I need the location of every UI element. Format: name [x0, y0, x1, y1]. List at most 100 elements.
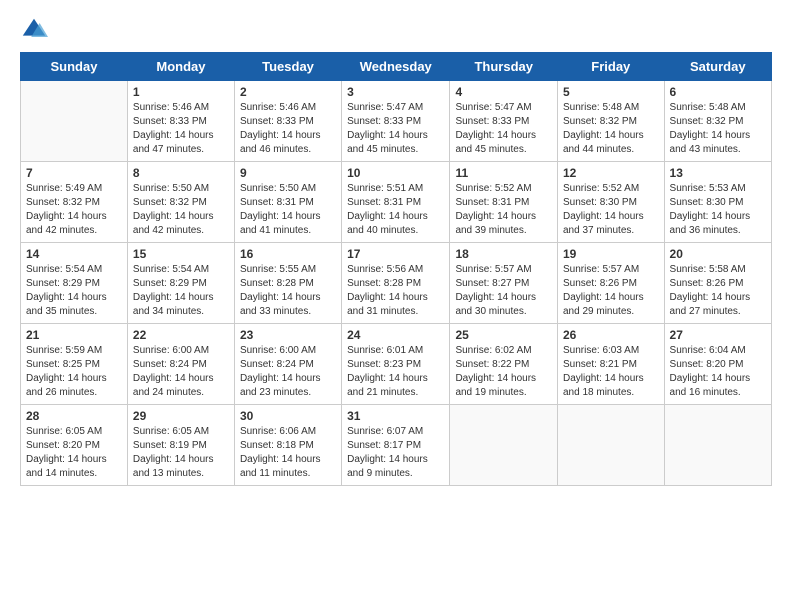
day-number: 31 [347, 409, 444, 423]
day-number: 29 [133, 409, 229, 423]
calendar-cell: 11 Sunrise: 5:52 AM Sunset: 8:31 PM Dayli… [450, 162, 558, 243]
day-info: Sunrise: 5:47 AM Sunset: 8:33 PM Dayligh… [455, 101, 552, 157]
day-number: 2 [240, 85, 336, 99]
calendar-week-row: 7 Sunrise: 5:49 AM Sunset: 8:32 PM Daylig… [21, 162, 772, 243]
day-info: Sunrise: 5:57 AM Sunset: 8:26 PM Dayligh… [563, 263, 659, 319]
day-info: Sunrise: 5:55 AM Sunset: 8:28 PM Dayligh… [240, 263, 336, 319]
calendar-cell: 29 Sunrise: 6:05 AM Sunset: 8:19 PM Dayli… [127, 405, 234, 486]
day-number: 19 [563, 247, 659, 261]
day-number: 16 [240, 247, 336, 261]
calendar-cell: 23Sunrise: 6:00 AM Sunset: 8:24 PM Dayli… [234, 324, 341, 405]
calendar-header-saturday: Saturday [664, 53, 771, 81]
calendar-week-row: 28 Sunrise: 6:05 AM Sunset: 8:20 PM Dayli… [21, 405, 772, 486]
day-info: Sunrise: 5:46 AM Sunset: 8:33 PM Dayligh… [240, 101, 336, 157]
logo-icon [20, 16, 48, 44]
calendar-cell: 26 Sunrise: 6:03 AM Sunset: 8:21 PM Dayli… [558, 324, 665, 405]
day-number: 3 [347, 85, 444, 99]
day-number: 25 [455, 328, 552, 342]
calendar-cell: 25 Sunrise: 6:02 AM Sunset: 8:22 PM Dayli… [450, 324, 558, 405]
day-number: 4 [455, 85, 552, 99]
day-number: 10 [347, 166, 444, 180]
calendar-cell: 17 Sunrise: 5:56 AM Sunset: 8:28 PM Dayli… [342, 243, 450, 324]
day-info: Sunrise: 5:54 AM Sunset: 8:29 PM Dayligh… [26, 263, 122, 319]
logo [20, 16, 52, 44]
calendar-cell: 22 Sunrise: 6:00 AM Sunset: 8:24 PM Dayli… [127, 324, 234, 405]
day-info: Sunrise: 6:05 AM Sunset: 8:19 PM Dayligh… [133, 425, 229, 481]
day-number: 6 [670, 85, 766, 99]
calendar-cell: 6Sunrise: 5:48 AM Sunset: 8:32 PM Daylig… [664, 81, 771, 162]
day-info: Sunrise: 5:56 AM Sunset: 8:28 PM Dayligh… [347, 263, 444, 319]
day-info: Sunrise: 5:52 AM Sunset: 8:30 PM Dayligh… [563, 182, 659, 238]
day-number: 12 [563, 166, 659, 180]
day-number: 21 [26, 328, 122, 342]
day-info: Sunrise: 5:50 AM Sunset: 8:31 PM Dayligh… [240, 182, 336, 238]
day-number: 22 [133, 328, 229, 342]
day-info: Sunrise: 5:47 AM Sunset: 8:33 PM Dayligh… [347, 101, 444, 157]
calendar-cell [664, 405, 771, 486]
calendar-cell: 8Sunrise: 5:50 AM Sunset: 8:32 PM Daylig… [127, 162, 234, 243]
day-info: Sunrise: 6:05 AM Sunset: 8:20 PM Dayligh… [26, 425, 122, 481]
day-info: Sunrise: 6:00 AM Sunset: 8:24 PM Dayligh… [133, 344, 229, 400]
calendar-header-thursday: Thursday [450, 53, 558, 81]
day-number: 18 [455, 247, 552, 261]
calendar-cell: 20 Sunrise: 5:58 AM Sunset: 8:26 PM Dayli… [664, 243, 771, 324]
calendar-header-friday: Friday [558, 53, 665, 81]
calendar-table: SundayMondayTuesdayWednesdayThursdayFrid… [20, 52, 772, 486]
day-info: Sunrise: 5:51 AM Sunset: 8:31 PM Dayligh… [347, 182, 444, 238]
calendar-cell: 24 Sunrise: 6:01 AM Sunset: 8:23 PM Dayli… [342, 324, 450, 405]
day-number: 27 [670, 328, 766, 342]
day-info: Sunrise: 5:53 AM Sunset: 8:30 PM Dayligh… [670, 182, 766, 238]
day-info: Sunrise: 5:48 AM Sunset: 8:32 PM Dayligh… [563, 101, 659, 157]
calendar-cell: 18 Sunrise: 5:57 AM Sunset: 8:27 PM Dayli… [450, 243, 558, 324]
day-info: Sunrise: 5:57 AM Sunset: 8:27 PM Dayligh… [455, 263, 552, 319]
day-info: Sunrise: 5:58 AM Sunset: 8:26 PM Dayligh… [670, 263, 766, 319]
day-info: Sunrise: 5:59 AM Sunset: 8:25 PM Dayligh… [26, 344, 122, 400]
calendar-cell: 15Sunrise: 5:54 AM Sunset: 8:29 PM Dayli… [127, 243, 234, 324]
day-number: 24 [347, 328, 444, 342]
calendar-cell: 9 Sunrise: 5:50 AM Sunset: 8:31 PM Daylig… [234, 162, 341, 243]
day-info: Sunrise: 6:02 AM Sunset: 8:22 PM Dayligh… [455, 344, 552, 400]
day-number: 7 [26, 166, 122, 180]
day-number: 17 [347, 247, 444, 261]
calendar-cell: 31 Sunrise: 6:07 AM Sunset: 8:17 PM Dayli… [342, 405, 450, 486]
calendar-cell: 21 Sunrise: 5:59 AM Sunset: 8:25 PM Dayli… [21, 324, 128, 405]
calendar-cell: 13 Sunrise: 5:53 AM Sunset: 8:30 PM Dayli… [664, 162, 771, 243]
day-number: 1 [133, 85, 229, 99]
day-info: Sunrise: 6:00 AM Sunset: 8:24 PM Dayligh… [240, 344, 336, 400]
calendar-cell [21, 81, 128, 162]
day-info: Sunrise: 6:03 AM Sunset: 8:21 PM Dayligh… [563, 344, 659, 400]
calendar-cell: 30Sunrise: 6:06 AM Sunset: 8:18 PM Dayli… [234, 405, 341, 486]
day-number: 5 [563, 85, 659, 99]
calendar-header-sunday: Sunday [21, 53, 128, 81]
header [20, 16, 772, 44]
day-info: Sunrise: 5:46 AM Sunset: 8:33 PM Dayligh… [133, 101, 229, 157]
calendar-cell: 7 Sunrise: 5:49 AM Sunset: 8:32 PM Daylig… [21, 162, 128, 243]
day-info: Sunrise: 5:49 AM Sunset: 8:32 PM Dayligh… [26, 182, 122, 238]
day-info: Sunrise: 6:07 AM Sunset: 8:17 PM Dayligh… [347, 425, 444, 481]
calendar-cell [558, 405, 665, 486]
day-info: Sunrise: 6:01 AM Sunset: 8:23 PM Dayligh… [347, 344, 444, 400]
day-number: 28 [26, 409, 122, 423]
day-number: 13 [670, 166, 766, 180]
calendar-week-row: 14Sunrise: 5:54 AM Sunset: 8:29 PM Dayli… [21, 243, 772, 324]
calendar-cell: 2 Sunrise: 5:46 AM Sunset: 8:33 PM Daylig… [234, 81, 341, 162]
calendar-cell: 28 Sunrise: 6:05 AM Sunset: 8:20 PM Dayli… [21, 405, 128, 486]
calendar-cell: 19 Sunrise: 5:57 AM Sunset: 8:26 PM Dayli… [558, 243, 665, 324]
day-info: Sunrise: 6:06 AM Sunset: 8:18 PM Dayligh… [240, 425, 336, 481]
calendar-cell: 27Sunrise: 6:04 AM Sunset: 8:20 PM Dayli… [664, 324, 771, 405]
day-number: 20 [670, 247, 766, 261]
calendar-header-row: SundayMondayTuesdayWednesdayThursdayFrid… [21, 53, 772, 81]
day-number: 9 [240, 166, 336, 180]
day-info: Sunrise: 5:54 AM Sunset: 8:29 PM Dayligh… [133, 263, 229, 319]
day-info: Sunrise: 5:52 AM Sunset: 8:31 PM Dayligh… [455, 182, 552, 238]
calendar-cell: 10 Sunrise: 5:51 AM Sunset: 8:31 PM Dayli… [342, 162, 450, 243]
day-number: 26 [563, 328, 659, 342]
day-number: 11 [455, 166, 552, 180]
calendar-cell [450, 405, 558, 486]
calendar-cell: 1 Sunrise: 5:46 AM Sunset: 8:33 PM Daylig… [127, 81, 234, 162]
calendar-cell: 5 Sunrise: 5:48 AM Sunset: 8:32 PM Daylig… [558, 81, 665, 162]
calendar-header-tuesday: Tuesday [234, 53, 341, 81]
calendar-cell: 14Sunrise: 5:54 AM Sunset: 8:29 PM Dayli… [21, 243, 128, 324]
calendar-header-monday: Monday [127, 53, 234, 81]
calendar-week-row: 21 Sunrise: 5:59 AM Sunset: 8:25 PM Dayli… [21, 324, 772, 405]
